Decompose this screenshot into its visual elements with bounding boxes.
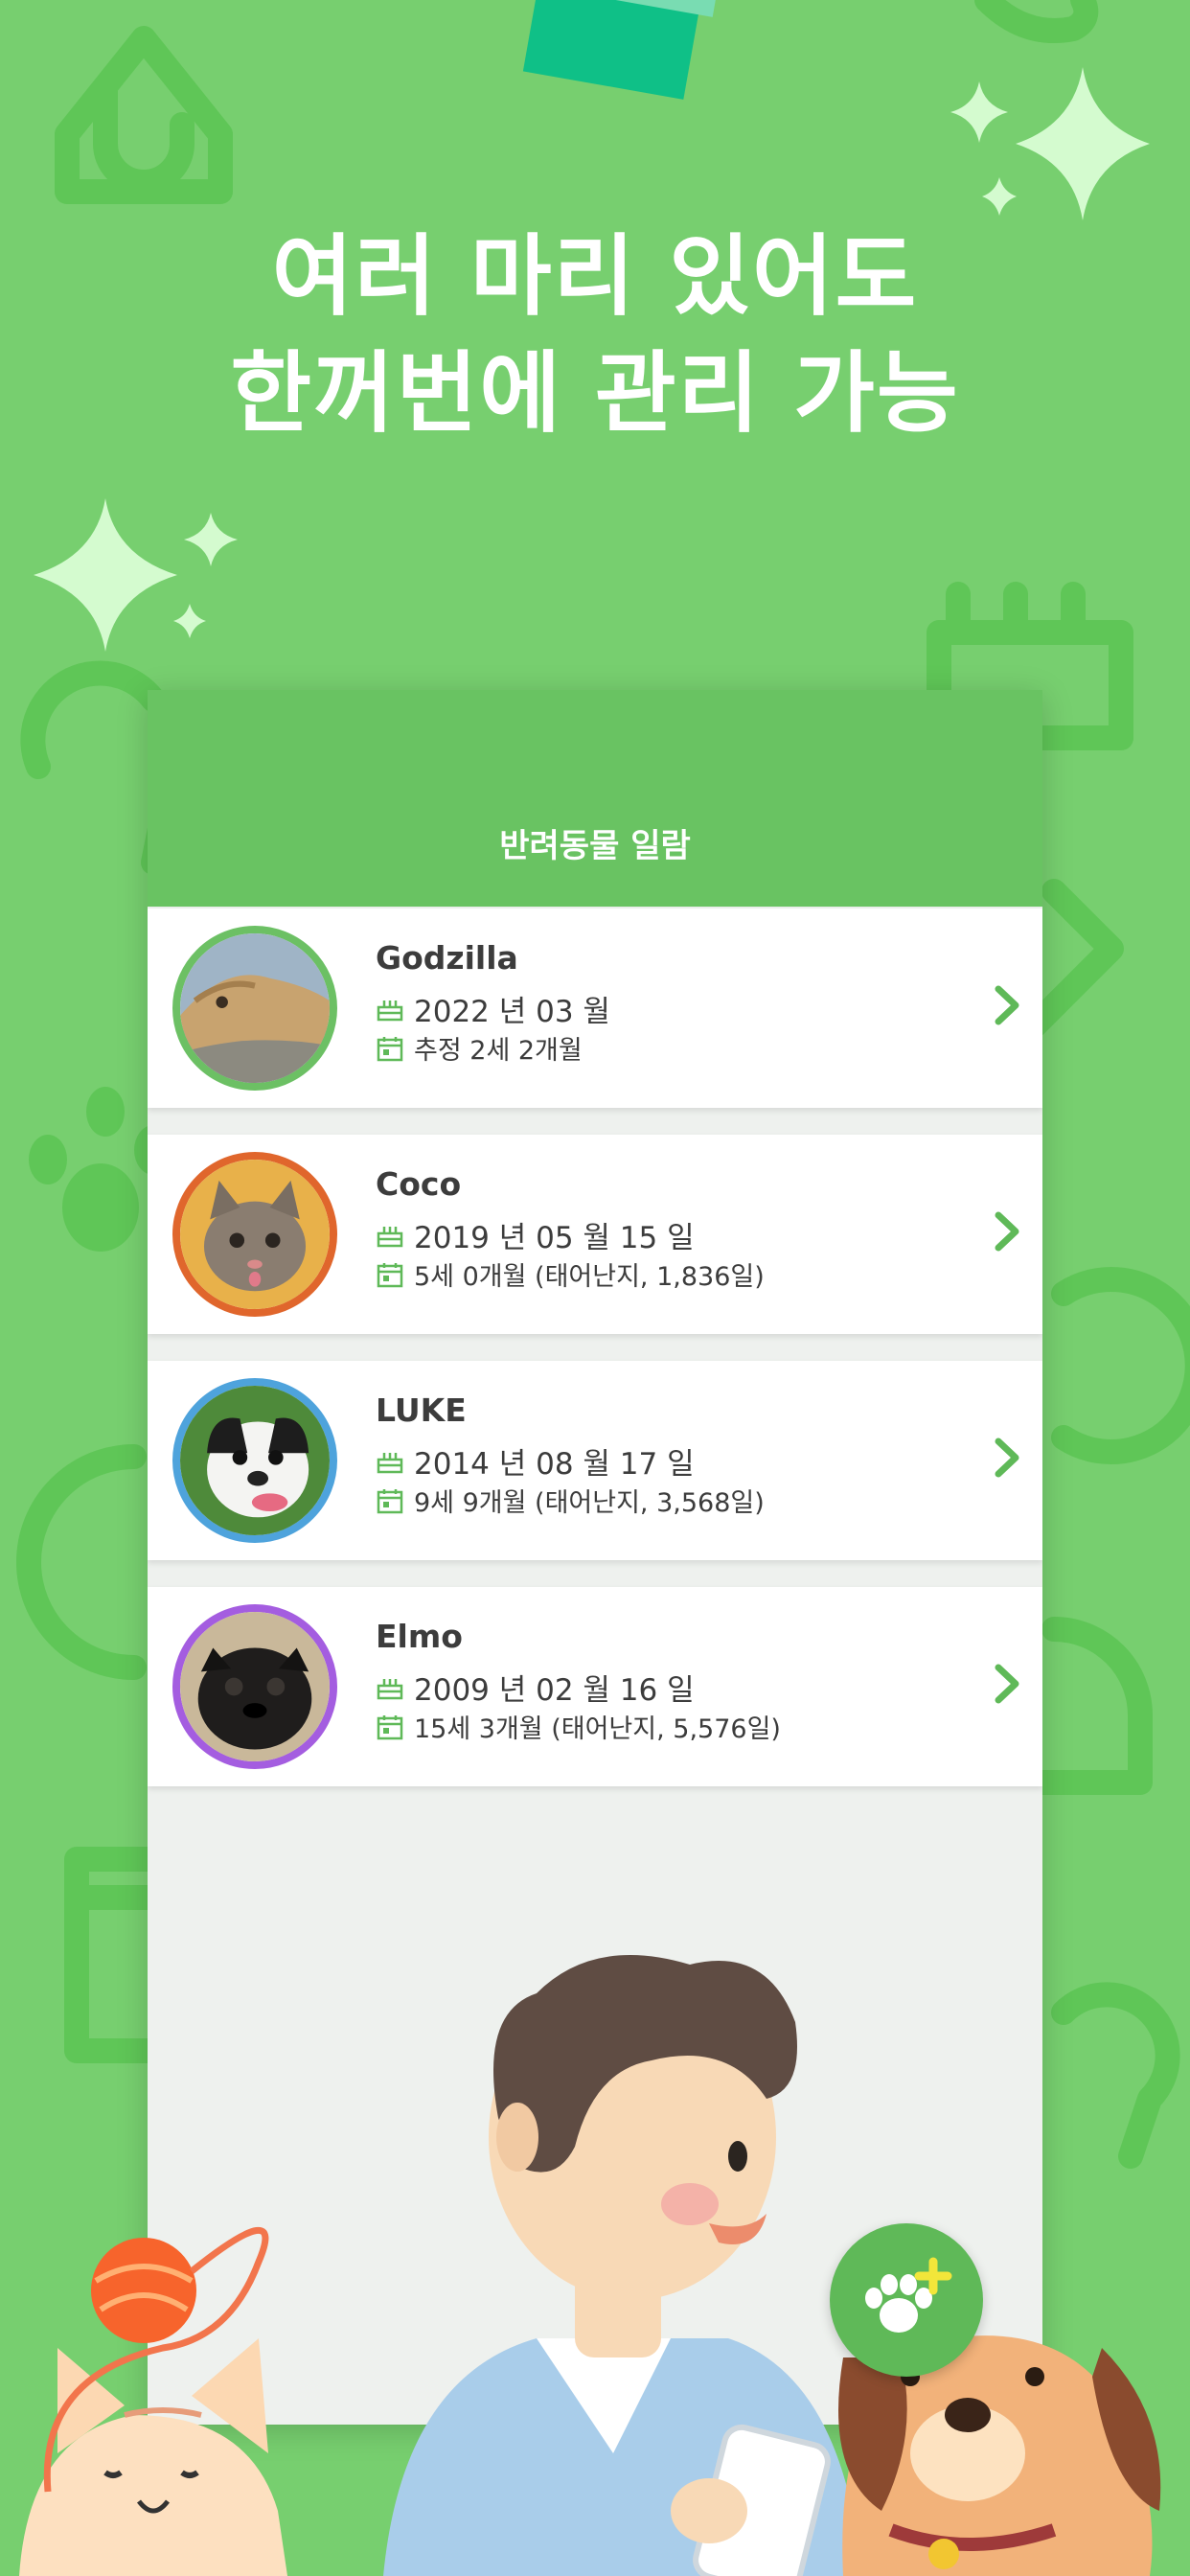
pet-list-item[interactable]: Coco 2019 년 05 월 15 일 5세 0개월 (태어난지, 1,83… bbox=[148, 1135, 1042, 1334]
pet-name: Godzilla bbox=[376, 939, 518, 977]
pet-avatar bbox=[172, 1378, 337, 1543]
headline-line-1: 여러 마리 있어도 bbox=[271, 225, 919, 328]
pet-avatar bbox=[172, 1152, 337, 1317]
pet-age-row: 15세 3개월 (태어난지, 5,576일) bbox=[376, 1708, 781, 1745]
pet-birthdate-row: 2014 년 08 월 17 일 bbox=[376, 1439, 695, 1483]
pet-birthdate-row: 2022 년 03 월 bbox=[376, 987, 610, 1030]
house-outline-icon bbox=[55, 26, 233, 204]
chevron-right-icon[interactable] bbox=[993, 1209, 1021, 1254]
app-bar: 반려동물 일람 bbox=[148, 690, 1042, 907]
pet-list-item[interactable]: LUKE 2014 년 08 월 17 일 9세 9개월 (태어난지, 3,56… bbox=[148, 1361, 1042, 1560]
calendar-icon bbox=[377, 1262, 403, 1287]
cloud-outline-icon bbox=[1051, 1982, 1180, 2169]
pug-photo bbox=[180, 1612, 330, 1761]
pet-name: Coco bbox=[376, 1165, 462, 1203]
pet-list-item[interactable]: Godzilla 2022 년 03 월 추정 2세 2개월 bbox=[148, 908, 1042, 1108]
pet-age-row: 추정 2세 2개월 bbox=[376, 1029, 583, 1067]
pet-avatar bbox=[172, 926, 337, 1091]
cake-icon bbox=[377, 1678, 403, 1699]
headline-line-2: 한꺼번에 관리 가능 bbox=[230, 342, 960, 445]
calendar-icon bbox=[377, 1036, 403, 1061]
pet-birthdate: 2009 년 02 월 16 일 bbox=[414, 1673, 695, 1708]
pet-age: 추정 2세 2개월 bbox=[414, 1036, 583, 1066]
cake-icon bbox=[377, 1000, 403, 1021]
book-decoration bbox=[522, 0, 705, 100]
pet-birthdate-row: 2019 년 05 월 15 일 bbox=[376, 1213, 695, 1256]
pet-list-item[interactable]: Elmo 2009 년 02 월 16 일 15세 3개월 (태어난지, 5,5… bbox=[148, 1587, 1042, 1786]
pet-birthdate: 2022 년 03 월 bbox=[414, 995, 610, 1029]
cat-photo bbox=[180, 1160, 330, 1309]
dog-photo bbox=[180, 1386, 330, 1535]
app-bar-title: 반려동물 일람 bbox=[499, 827, 691, 865]
pet-age-row: 5세 0개월 (태어난지, 1,836일) bbox=[376, 1255, 765, 1293]
pet-birthdate-row: 2009 년 02 월 16 일 bbox=[376, 1666, 695, 1709]
calendar-icon bbox=[377, 1488, 403, 1513]
pet-age: 5세 0개월 (태어난지, 1,836일) bbox=[414, 1262, 765, 1292]
promo-headline: 여러 마리 있어도 한꺼번에 관리 가능 bbox=[0, 218, 1190, 452]
swirl-outline-icon bbox=[974, 0, 1099, 43]
pet-age-row: 9세 9개월 (태어난지, 3,568일) bbox=[376, 1482, 765, 1519]
pet-age: 15세 3개월 (태어난지, 5,576일) bbox=[414, 1714, 781, 1744]
paw-plus-icon bbox=[865, 2257, 952, 2333]
chevron-right-icon[interactable] bbox=[993, 983, 1021, 1027]
calendar-icon bbox=[377, 1714, 403, 1739]
pet-birthdate: 2014 년 08 월 17 일 bbox=[414, 1447, 695, 1482]
ball-outline-icon bbox=[1051, 1267, 1190, 1464]
add-pet-button[interactable] bbox=[830, 2223, 983, 2377]
pet-avatar bbox=[172, 1604, 337, 1769]
face-outline-icon bbox=[16, 1444, 147, 1680]
pet-birthdate: 2019 년 05 월 15 일 bbox=[414, 1221, 695, 1255]
chevron-right-icon[interactable] bbox=[993, 1436, 1021, 1480]
cake-icon bbox=[377, 1452, 403, 1473]
pet-age: 9세 9개월 (태어난지, 3,568일) bbox=[414, 1488, 765, 1518]
pet-name: Elmo bbox=[376, 1618, 463, 1655]
chevron-right-icon[interactable] bbox=[993, 1662, 1021, 1706]
lizard-photo bbox=[180, 933, 330, 1083]
app-screen: 반려동물 일람 Godzilla 2022 년 03 월 추정 2세 2개월 C… bbox=[148, 690, 1042, 2425]
pet-name: LUKE bbox=[376, 1392, 467, 1429]
cake-icon bbox=[377, 1226, 403, 1247]
